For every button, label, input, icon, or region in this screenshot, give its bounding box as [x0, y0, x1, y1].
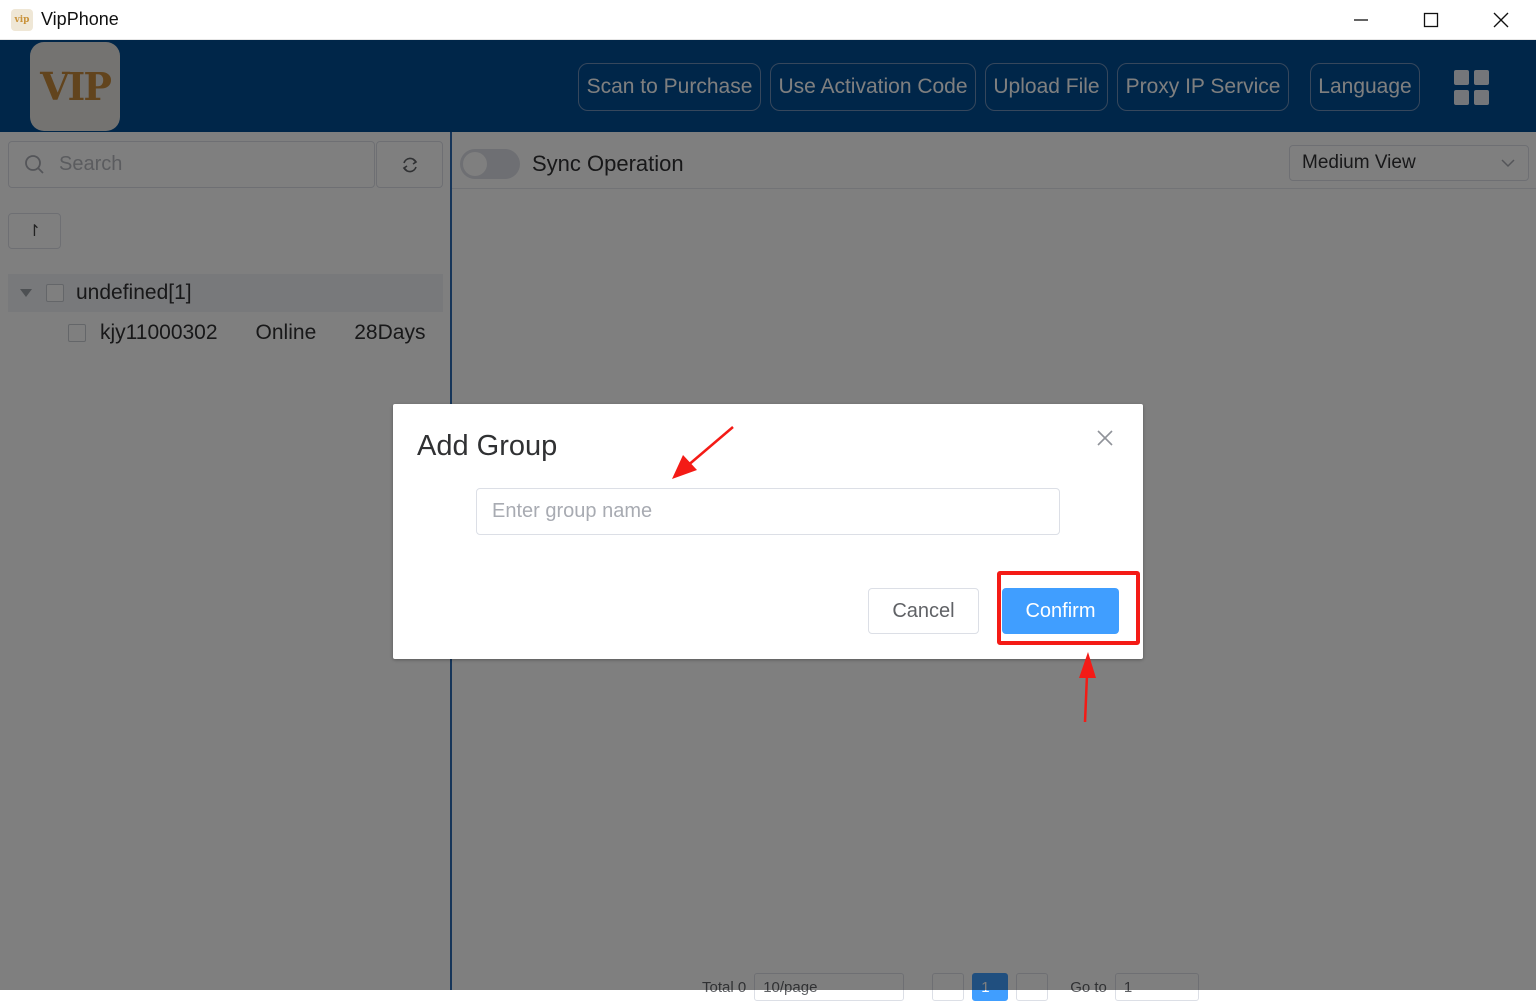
group-name-input[interactable]: [476, 488, 1060, 535]
window-controls: [1326, 0, 1536, 40]
window-titlebar: vip VipPhone: [0, 0, 1536, 40]
minimize-icon: [1354, 19, 1368, 21]
maximize-button[interactable]: [1396, 0, 1466, 40]
minimize-button[interactable]: [1326, 0, 1396, 40]
close-icon[interactable]: [1093, 426, 1117, 450]
maximize-icon: [1423, 12, 1439, 28]
app-icon: vip: [11, 8, 33, 31]
app-icon-text: vip: [14, 14, 30, 25]
cancel-button[interactable]: Cancel: [868, 588, 979, 634]
close-icon: [1493, 12, 1509, 28]
close-window-button[interactable]: [1466, 0, 1536, 40]
confirm-highlight-box: [997, 571, 1140, 645]
window-title: VipPhone: [41, 9, 119, 29]
dialog-title: Add Group: [417, 430, 558, 462]
